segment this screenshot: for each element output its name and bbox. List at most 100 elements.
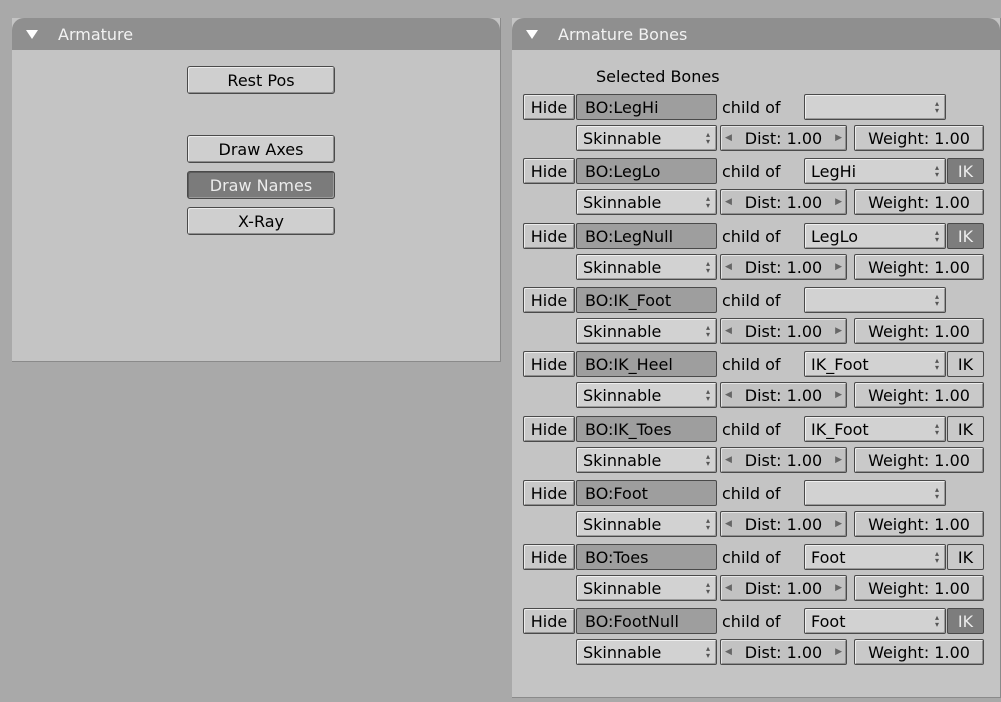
dropdown-arrows-icon: ▴ ▾ <box>705 387 710 403</box>
decrement-arrow-icon[interactable]: ◀ <box>725 133 732 143</box>
parent-dropdown[interactable]: Foot ▴ ▾ <box>804 608 946 634</box>
increment-arrow-icon[interactable]: ▶ <box>835 455 842 465</box>
skinnable-dropdown[interactable]: Skinnable ▴ ▾ <box>576 639 717 665</box>
child-of-label: child of <box>722 547 781 567</box>
dist-field[interactable]: ◀ Dist: 1.00 ▶ <box>720 189 847 215</box>
dist-field[interactable]: ◀ Dist: 1.00 ▶ <box>720 639 847 665</box>
decrement-arrow-icon[interactable]: ◀ <box>725 519 732 529</box>
increment-arrow-icon[interactable]: ▶ <box>835 647 842 657</box>
armature-bones-panel-header[interactable]: Armature Bones <box>512 18 1000 50</box>
ik-toggle[interactable]: IK <box>947 544 984 570</box>
decrement-arrow-icon[interactable]: ◀ <box>725 583 732 593</box>
dist-field[interactable]: ◀ Dist: 1.00 ▶ <box>720 254 847 280</box>
skinnable-dropdown[interactable]: Skinnable ▴ ▾ <box>576 382 717 408</box>
skinnable-dropdown[interactable]: Skinnable ▴ ▾ <box>576 125 717 151</box>
rest-pos-button[interactable]: Rest Pos <box>187 66 335 94</box>
weight-field[interactable]: Weight: 1.00 <box>854 447 984 473</box>
xray-button[interactable]: X-Ray <box>187 207 335 235</box>
dist-field[interactable]: ◀ Dist: 1.00 ▶ <box>720 318 847 344</box>
bone-name-field[interactable]: BO:LegNull <box>576 223 717 249</box>
bone-name-field[interactable]: BO:Foot <box>576 480 717 506</box>
skinnable-value: Skinnable <box>583 450 662 470</box>
weight-field[interactable]: Weight: 1.00 <box>854 382 984 408</box>
ik-toggle[interactable]: IK <box>947 351 984 377</box>
parent-dropdown-value: Foot <box>811 611 846 631</box>
hide-button[interactable]: Hide <box>523 351 575 377</box>
hide-button[interactable]: Hide <box>523 544 575 570</box>
dropdown-arrows-icon: ▴ ▾ <box>934 356 939 372</box>
dist-field[interactable]: ◀ Dist: 1.00 ▶ <box>720 575 847 601</box>
parent-dropdown[interactable]: ▴ ▾ <box>804 287 946 313</box>
increment-arrow-icon[interactable]: ▶ <box>835 262 842 272</box>
dist-value: Dist: 1.00 <box>744 257 823 277</box>
bone-name-field[interactable]: BO:FootNull <box>576 608 717 634</box>
draw-names-button[interactable]: Draw Names <box>187 171 335 199</box>
skinnable-dropdown[interactable]: Skinnable ▴ ▾ <box>576 575 717 601</box>
hide-button[interactable]: Hide <box>523 287 575 313</box>
decrement-arrow-icon[interactable]: ◀ <box>725 262 732 272</box>
parent-dropdown[interactable]: IK_Foot ▴ ▾ <box>804 416 946 442</box>
dropdown-arrows-icon: ▴ ▾ <box>934 163 939 179</box>
ik-toggle[interactable]: IK <box>947 608 984 634</box>
skinnable-dropdown[interactable]: Skinnable ▴ ▾ <box>576 318 717 344</box>
selected-bones-label: Selected Bones <box>596 67 720 86</box>
increment-arrow-icon[interactable]: ▶ <box>835 326 842 336</box>
decrement-arrow-icon[interactable]: ◀ <box>725 326 732 336</box>
bone-name-field[interactable]: BO:IK_Toes <box>576 416 717 442</box>
dist-value: Dist: 1.00 <box>744 450 823 470</box>
hide-button[interactable]: Hide <box>523 223 575 249</box>
decrement-arrow-icon[interactable]: ◀ <box>725 647 732 657</box>
ik-toggle[interactable]: IK <box>947 416 984 442</box>
child-of-label: child of <box>722 354 781 374</box>
weight-field[interactable]: Weight: 1.00 <box>854 318 984 344</box>
dist-field[interactable]: ◀ Dist: 1.00 ▶ <box>720 447 847 473</box>
parent-dropdown[interactable]: IK_Foot ▴ ▾ <box>804 351 946 377</box>
bone-name-field[interactable]: BO:IK_Foot <box>576 287 717 313</box>
draw-axes-button[interactable]: Draw Axes <box>187 135 335 163</box>
ik-toggle[interactable]: IK <box>947 223 984 249</box>
ik-toggle[interactable]: IK <box>947 158 984 184</box>
hide-button[interactable]: Hide <box>523 94 575 120</box>
parent-dropdown[interactable]: ▴ ▾ <box>804 94 946 120</box>
hide-button[interactable]: Hide <box>523 158 575 184</box>
dropdown-arrows-icon: ▴ ▾ <box>934 485 939 501</box>
skinnable-dropdown[interactable]: Skinnable ▴ ▾ <box>576 189 717 215</box>
weight-field[interactable]: Weight: 1.00 <box>854 125 984 151</box>
increment-arrow-icon[interactable]: ▶ <box>835 133 842 143</box>
bone-name-field[interactable]: BO:Toes <box>576 544 717 570</box>
increment-arrow-icon[interactable]: ▶ <box>835 390 842 400</box>
skinnable-dropdown[interactable]: Skinnable ▴ ▾ <box>576 254 717 280</box>
parent-dropdown[interactable]: LegHi ▴ ▾ <box>804 158 946 184</box>
parent-dropdown[interactable]: LegLo ▴ ▾ <box>804 223 946 249</box>
weight-field[interactable]: Weight: 1.00 <box>854 639 984 665</box>
decrement-arrow-icon[interactable]: ◀ <box>725 455 732 465</box>
parent-dropdown[interactable]: Foot ▴ ▾ <box>804 544 946 570</box>
dist-field[interactable]: ◀ Dist: 1.00 ▶ <box>720 511 847 537</box>
dist-field[interactable]: ◀ Dist: 1.00 ▶ <box>720 125 847 151</box>
skinnable-dropdown[interactable]: Skinnable ▴ ▾ <box>576 447 717 473</box>
dist-field[interactable]: ◀ Dist: 1.00 ▶ <box>720 382 847 408</box>
parent-dropdown[interactable]: ▴ ▾ <box>804 480 946 506</box>
hide-button[interactable]: Hide <box>523 480 575 506</box>
hide-button[interactable]: Hide <box>523 416 575 442</box>
armature-panel-header[interactable]: Armature <box>12 18 500 50</box>
increment-arrow-icon[interactable]: ▶ <box>835 519 842 529</box>
weight-field[interactable]: Weight: 1.00 <box>854 511 984 537</box>
decrement-arrow-icon[interactable]: ◀ <box>725 390 732 400</box>
increment-arrow-icon[interactable]: ▶ <box>835 197 842 207</box>
child-of-label: child of <box>722 226 781 246</box>
bone-name-field[interactable]: BO:LegLo <box>576 158 717 184</box>
hide-button[interactable]: Hide <box>523 608 575 634</box>
weight-field[interactable]: Weight: 1.00 <box>854 254 984 280</box>
bone-name-field[interactable]: BO:LegHi <box>576 94 717 120</box>
armature-panel: Armature Rest Pos Draw Axes Draw Names X… <box>12 18 501 362</box>
decrement-arrow-icon[interactable]: ◀ <box>725 197 732 207</box>
collapse-triangle-icon[interactable] <box>526 29 538 39</box>
weight-field[interactable]: Weight: 1.00 <box>854 189 984 215</box>
dropdown-arrows-icon: ▴ ▾ <box>934 421 939 437</box>
weight-field[interactable]: Weight: 1.00 <box>854 575 984 601</box>
increment-arrow-icon[interactable]: ▶ <box>835 583 842 593</box>
collapse-triangle-icon[interactable] <box>26 29 38 39</box>
bone-name-field[interactable]: BO:IK_Heel <box>576 351 717 377</box>
skinnable-dropdown[interactable]: Skinnable ▴ ▾ <box>576 511 717 537</box>
